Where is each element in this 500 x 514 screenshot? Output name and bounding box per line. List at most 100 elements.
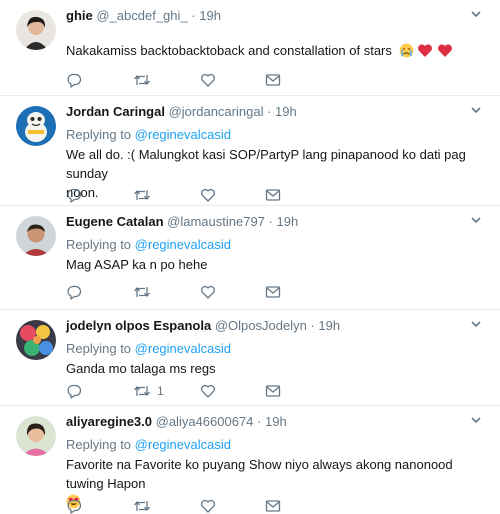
- retweet-icon: [134, 75, 150, 85]
- message-button[interactable]: [265, 284, 281, 300]
- retweet-button[interactable]: [133, 187, 157, 203]
- chevron-down-icon[interactable]: [470, 214, 482, 226]
- replying-to: Replying to @reginevalcasid: [66, 340, 231, 357]
- retweet-icon: [134, 501, 150, 511]
- tweet-header: Jordan Caringal @jordancaringal · 19h: [66, 103, 297, 120]
- reply-icon: [67, 188, 82, 203]
- timestamp[interactable]: 19h: [275, 104, 297, 119]
- mention-link[interactable]: @reginevalcasid: [135, 237, 231, 252]
- replying-to: Replying to @reginevalcasid: [66, 436, 231, 453]
- mention-link[interactable]: @reginevalcasid: [135, 341, 231, 356]
- tweet-header: ghie @_abcdef_ghi_ · 19h: [66, 7, 221, 24]
- tweet-text-line: We all do. :( Malungkot kasi SOP/PartyP …: [66, 147, 466, 181]
- retweet-button[interactable]: [133, 72, 157, 88]
- username[interactable]: @OlposJodelyn: [215, 318, 307, 333]
- tweet-text: Ganda mo talaga ms regs: [66, 359, 471, 378]
- like-button[interactable]: [200, 383, 216, 399]
- mention-link[interactable]: @reginevalcasid: [135, 437, 231, 452]
- username[interactable]: @lamaustine797: [167, 214, 265, 229]
- tweet[interactable]: Jordan Caringal @jordancaringal · 19h Re…: [0, 96, 500, 206]
- heart-icon: [201, 188, 215, 202]
- mention-link[interactable]: @reginevalcasid: [135, 127, 231, 142]
- heart-icon: [201, 285, 215, 299]
- like-button[interactable]: [200, 498, 216, 514]
- tweet[interactable]: aliyaregine3.0 @aliya46600674 · 19h Repl…: [0, 406, 500, 514]
- reply-button[interactable]: [66, 72, 82, 88]
- retweet-icon: [134, 190, 150, 200]
- retweet-icon: [134, 287, 150, 297]
- username[interactable]: @jordancaringal: [169, 104, 264, 119]
- heart-icon: [201, 73, 215, 87]
- reply-button[interactable]: [66, 383, 82, 399]
- tweet-text-content: Favorite na Favorite ko puyang Show niyo…: [66, 457, 453, 491]
- avatar[interactable]: [16, 106, 56, 146]
- tweet-text-content: Nakakamiss backtobacktoback and constall…: [66, 43, 392, 58]
- display-name[interactable]: ghie: [66, 8, 93, 23]
- message-button[interactable]: [265, 498, 281, 514]
- replying-to-label: Replying to: [66, 341, 132, 356]
- username[interactable]: @_abcdef_ghi_: [96, 8, 187, 23]
- replying-to-label: Replying to: [66, 237, 132, 252]
- avatar[interactable]: [16, 320, 56, 360]
- chevron-down-icon[interactable]: [470, 414, 482, 426]
- retweet-button[interactable]: [133, 498, 157, 514]
- envelope-icon: [265, 385, 281, 397]
- tweet-text: Mag ASAP ka n po hehe: [66, 255, 471, 274]
- like-button[interactable]: [200, 284, 216, 300]
- envelope-icon: [265, 74, 281, 86]
- retweet-icon: [134, 386, 150, 396]
- avatar[interactable]: [16, 416, 56, 456]
- username[interactable]: @aliya46600674: [156, 414, 254, 429]
- tweet[interactable]: jodelyn olpos Espanola @OlposJodelyn · 1…: [0, 310, 500, 406]
- reply-button[interactable]: [66, 498, 82, 514]
- tweet-header: jodelyn olpos Espanola @OlposJodelyn · 1…: [66, 317, 340, 334]
- timestamp[interactable]: 19h: [277, 214, 299, 229]
- chevron-down-icon[interactable]: [470, 104, 482, 116]
- separator-dot: ·: [191, 8, 196, 23]
- reply-icon: [67, 285, 82, 300]
- tweet-header: aliyaregine3.0 @aliya46600674 · 19h: [66, 413, 287, 430]
- separator-dot: ·: [268, 214, 273, 229]
- tweet-text: Nakakamiss backtobacktoback and constall…: [66, 41, 471, 63]
- reply-icon: [67, 499, 82, 514]
- avatar[interactable]: [16, 10, 56, 50]
- replying-to: Replying to @reginevalcasid: [66, 126, 231, 143]
- tweet-header: Eugene Catalan @lamaustine797 · 19h: [66, 213, 298, 230]
- reply-icon: [67, 73, 82, 88]
- heart-icon: [201, 384, 215, 398]
- reply-button[interactable]: [66, 284, 82, 300]
- timestamp[interactable]: 19h: [265, 414, 287, 429]
- replies-timeline: ghie @_abcdef_ghi_ · 19h Nakakamiss back…: [0, 0, 500, 514]
- retweet-count: 1: [157, 384, 164, 398]
- like-button[interactable]: [200, 72, 216, 88]
- timestamp[interactable]: 19h: [199, 8, 221, 23]
- message-button[interactable]: [265, 383, 281, 399]
- message-button[interactable]: [265, 187, 281, 203]
- retweet-button[interactable]: [133, 284, 157, 300]
- like-button[interactable]: [200, 187, 216, 203]
- display-name[interactable]: Jordan Caringal: [66, 104, 165, 119]
- envelope-icon: [265, 286, 281, 298]
- envelope-icon: [265, 500, 281, 512]
- reply-button[interactable]: [66, 187, 82, 203]
- separator-dot: ·: [310, 318, 315, 333]
- replying-to: Replying to @reginevalcasid: [66, 236, 231, 253]
- envelope-icon: [265, 189, 281, 201]
- avatar[interactable]: [16, 216, 56, 256]
- tweet[interactable]: Eugene Catalan @lamaustine797 · 19h Repl…: [0, 206, 500, 310]
- replying-to-label: Replying to: [66, 437, 132, 452]
- display-name[interactable]: jodelyn olpos Espanola: [66, 318, 211, 333]
- retweet-button[interactable]: 1: [133, 383, 164, 399]
- tweet-text-content: Ganda mo talaga ms regs: [66, 361, 216, 376]
- tweet[interactable]: ghie @_abcdef_ghi_ · 19h Nakakamiss back…: [0, 0, 500, 96]
- separator-dot: ·: [257, 414, 262, 429]
- crying-face-emoji-icon: [399, 43, 414, 63]
- reply-icon: [67, 384, 82, 399]
- chevron-down-icon[interactable]: [470, 8, 482, 20]
- timestamp[interactable]: 19h: [318, 318, 340, 333]
- message-button[interactable]: [265, 72, 281, 88]
- display-name[interactable]: aliyaregine3.0: [66, 414, 152, 429]
- tweet-text-content: Mag ASAP ka n po hehe: [66, 257, 208, 272]
- display-name[interactable]: Eugene Catalan: [66, 214, 164, 229]
- chevron-down-icon[interactable]: [470, 318, 482, 330]
